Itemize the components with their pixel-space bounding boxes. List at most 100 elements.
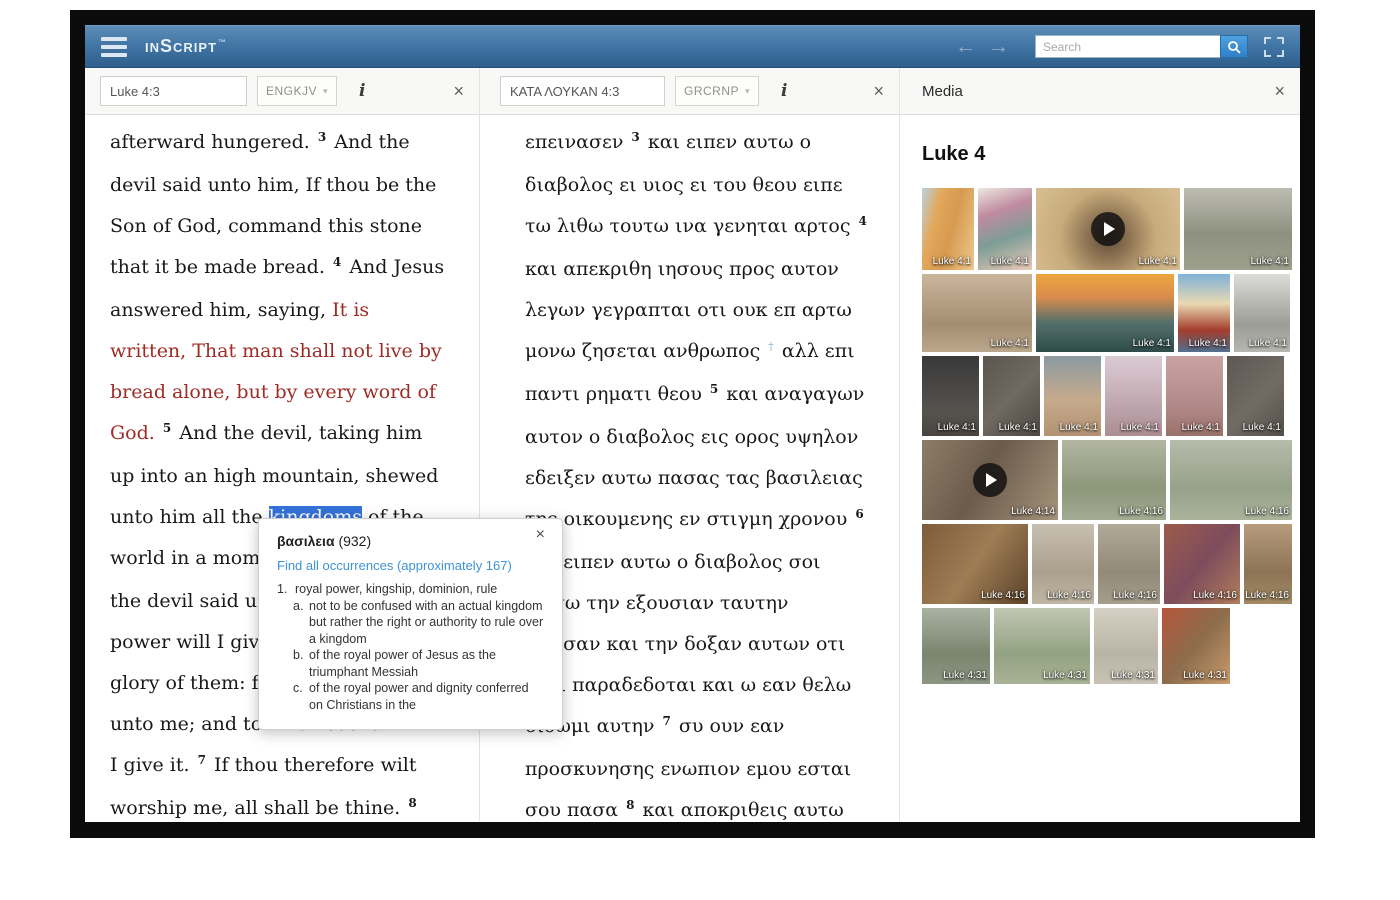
verse-en-line: up into an high mountain, shewed — [110, 456, 479, 497]
media-panel-title: Media — [922, 83, 963, 100]
media-row: Luke 4:31Luke 4:31Luke 4:31Luke 4:31 — [922, 608, 1294, 684]
media-image-thumbnail[interactable]: Luke 4:31 — [994, 608, 1090, 684]
media-thumbnail-label: Luke 4:16 — [1113, 590, 1157, 601]
version-dropdown-greek[interactable]: GRCRNP▾ — [675, 76, 759, 106]
verse-gr-line: επεινασεν 3 και ειπεν αυτω ο — [525, 122, 899, 165]
close-panel-media-icon[interactable]: × — [1274, 82, 1285, 100]
verse-text: that it be made bread. — [110, 256, 331, 278]
info-icon[interactable]: i — [781, 81, 787, 101]
verse-en-line: I give it. 7 If thou therefore wilt — [110, 745, 479, 788]
media-thumbnail-label: Luke 4:31 — [1043, 670, 1087, 681]
red-letter-text: bread alone, but by every word of — [110, 381, 436, 403]
media-image-thumbnail[interactable]: Luke 4:1 — [983, 356, 1040, 436]
media-image-thumbnail[interactable]: Luke 4:31 — [1162, 608, 1230, 684]
verse-text: προσκυνησης ενωπιον εμου εσται — [525, 758, 851, 780]
media-image-thumbnail[interactable]: Luke 4:16 — [1170, 440, 1292, 520]
verse-gr-line: αυτον ο διαβολος εις ορος υψηλον — [525, 417, 899, 458]
media-image-thumbnail[interactable]: Luke 4:1 — [1184, 188, 1292, 270]
verse-en-line: answered him, saying, It is — [110, 290, 479, 331]
verse-text: And Jesus — [343, 256, 444, 278]
verse-number: 8 — [408, 796, 416, 810]
trademark-symbol: ™ — [218, 38, 227, 47]
search-button[interactable] — [1220, 35, 1248, 58]
fullscreen-icon[interactable] — [1264, 37, 1284, 57]
media-thumbnail-label: Luke 4:1 — [1182, 422, 1220, 433]
verse-text: And the — [328, 131, 409, 153]
reference-input-greek[interactable] — [500, 76, 665, 106]
verse-gr-line: διαβολος ει υιος ει του θεου ειπε — [525, 165, 899, 206]
media-thumbnail-label: Luke 4:16 — [1245, 506, 1289, 517]
info-icon[interactable]: i — [359, 81, 365, 101]
verse-gr-line: μονω ζησεται ανθρωπος † αλλ επι — [525, 331, 899, 374]
verse-text: If thou therefore wilt — [208, 754, 417, 776]
verse-text: αυτον ο διαβολος εις ορος υψηλον — [525, 426, 858, 448]
verse-text: up into an high mountain, shewed — [110, 465, 438, 487]
media-image-thumbnail[interactable]: Luke 4:1 — [1227, 356, 1284, 436]
definition-sub-item: c.of the royal power and dignity conferr… — [293, 680, 544, 713]
chevron-down-icon: ▾ — [323, 86, 328, 97]
media-row: Luke 4:1Luke 4:1Luke 4:1Luke 4:1 — [922, 188, 1294, 270]
media-image-thumbnail[interactable]: Luke 4:1 — [1234, 274, 1290, 352]
close-panel-greek-icon[interactable]: × — [873, 82, 884, 100]
media-thumbnail-label: Luke 4:31 — [943, 670, 987, 681]
media-image-thumbnail[interactable]: Luke 4:1 — [922, 274, 1032, 352]
hamburger-menu-icon[interactable] — [101, 37, 127, 57]
media-thumbnail-label: Luke 4:1 — [1251, 256, 1289, 267]
panel-english-header: ENGKJV▾ i × — [85, 68, 479, 115]
verse-text: και αναγαγων — [720, 383, 864, 405]
verse-en-line: devil said unto him, If thou be the — [110, 165, 479, 206]
verse-text: της οικουμενης εν στιγμη χρονου — [525, 508, 853, 530]
verse-gr-line: δωσω την εξουσιαν ταυτην — [525, 583, 899, 624]
verse-gr-line: εμοι παραδεδοται και ω εαν θελω — [525, 665, 899, 706]
verse-text: παντι ρηματι θεου — [525, 383, 708, 405]
panel-media-header: Media × — [900, 68, 1300, 115]
version-dropdown-english[interactable]: ENGKJV▾ — [257, 76, 337, 106]
media-image-thumbnail[interactable]: Luke 4:1 — [978, 188, 1032, 270]
definition-sub-item: b.of the royal power of Jesus as the tri… — [293, 647, 544, 680]
media-image-thumbnail[interactable]: Luke 4:1 — [922, 356, 979, 436]
media-thumbnail-label: Luke 4:1 — [1133, 338, 1171, 349]
media-video-thumbnail[interactable]: Luke 4:1 — [1036, 188, 1180, 270]
verse-text: επεινασεν — [525, 131, 629, 153]
media-thumbnail-label: Luke 4:1 — [1139, 256, 1177, 267]
verse-en-line: God. 5 And the devil, taking him — [110, 413, 479, 456]
play-icon[interactable] — [973, 463, 1007, 497]
media-image-thumbnail[interactable]: Luke 4:1 — [1166, 356, 1223, 436]
media-thumbnail-label: Luke 4:1 — [1249, 338, 1287, 349]
verse-text: και ειπεν αυτω ο — [642, 131, 811, 153]
media-image-thumbnail[interactable]: Luke 4:1 — [1044, 356, 1101, 436]
dictionary-popup: × βασιλεια (932) Find all occurrences (a… — [258, 518, 563, 730]
media-image-thumbnail[interactable]: Luke 4:31 — [1094, 608, 1158, 684]
media-image-thumbnail[interactable]: Luke 4:16 — [1244, 524, 1292, 604]
definition-list: 1.royal power, kingship, dominion, rulea… — [277, 581, 544, 713]
play-icon[interactable] — [1091, 212, 1125, 246]
media-image-thumbnail[interactable]: Luke 4:16 — [922, 524, 1028, 604]
media-image-thumbnail[interactable]: Luke 4:16 — [1164, 524, 1240, 604]
media-image-thumbnail[interactable]: Luke 4:1 — [1178, 274, 1230, 352]
media-image-thumbnail[interactable]: Luke 4:16 — [1098, 524, 1160, 604]
reference-input-english[interactable] — [100, 76, 247, 106]
find-occurrences-link[interactable]: Find all occurrences (approximately 167) — [277, 558, 544, 573]
media-image-thumbnail[interactable]: Luke 4:16 — [1032, 524, 1094, 604]
close-popup-icon[interactable]: × — [536, 527, 545, 543]
back-arrow-icon[interactable]: ← — [955, 36, 976, 57]
media-thumbnail-label: Luke 4:1 — [1060, 422, 1098, 433]
verse-gr-line: παντι ρηματι θεου 5 και αναγαγων — [525, 374, 899, 417]
verse-number: 3 — [318, 130, 326, 144]
verse-text: afterward hungered. — [110, 131, 316, 153]
media-image-thumbnail[interactable]: Luke 4:31 — [922, 608, 990, 684]
media-thumbnail-label: Luke 4:1 — [1243, 422, 1281, 433]
verse-number: 3 — [631, 130, 639, 144]
media-image-thumbnail[interactable]: Luke 4:16 — [1062, 440, 1166, 520]
media-image-thumbnail[interactable]: Luke 4:1 — [922, 188, 974, 270]
footnote-marker-icon[interactable]: † — [768, 340, 774, 353]
search-input[interactable] — [1035, 35, 1220, 58]
media-image-thumbnail[interactable]: Luke 4:1 — [1105, 356, 1162, 436]
forward-arrow-icon[interactable]: → — [988, 36, 1009, 57]
close-panel-english-icon[interactable]: × — [453, 82, 464, 100]
media-thumbnail-label: Luke 4:16 — [1193, 590, 1237, 601]
media-video-thumbnail[interactable]: Luke 4:14 — [922, 440, 1058, 520]
media-thumbnail-label: Luke 4:16 — [1245, 590, 1289, 601]
media-image-thumbnail[interactable]: Luke 4:1 — [1036, 274, 1174, 352]
verse-text: αλλ επι — [776, 340, 855, 362]
